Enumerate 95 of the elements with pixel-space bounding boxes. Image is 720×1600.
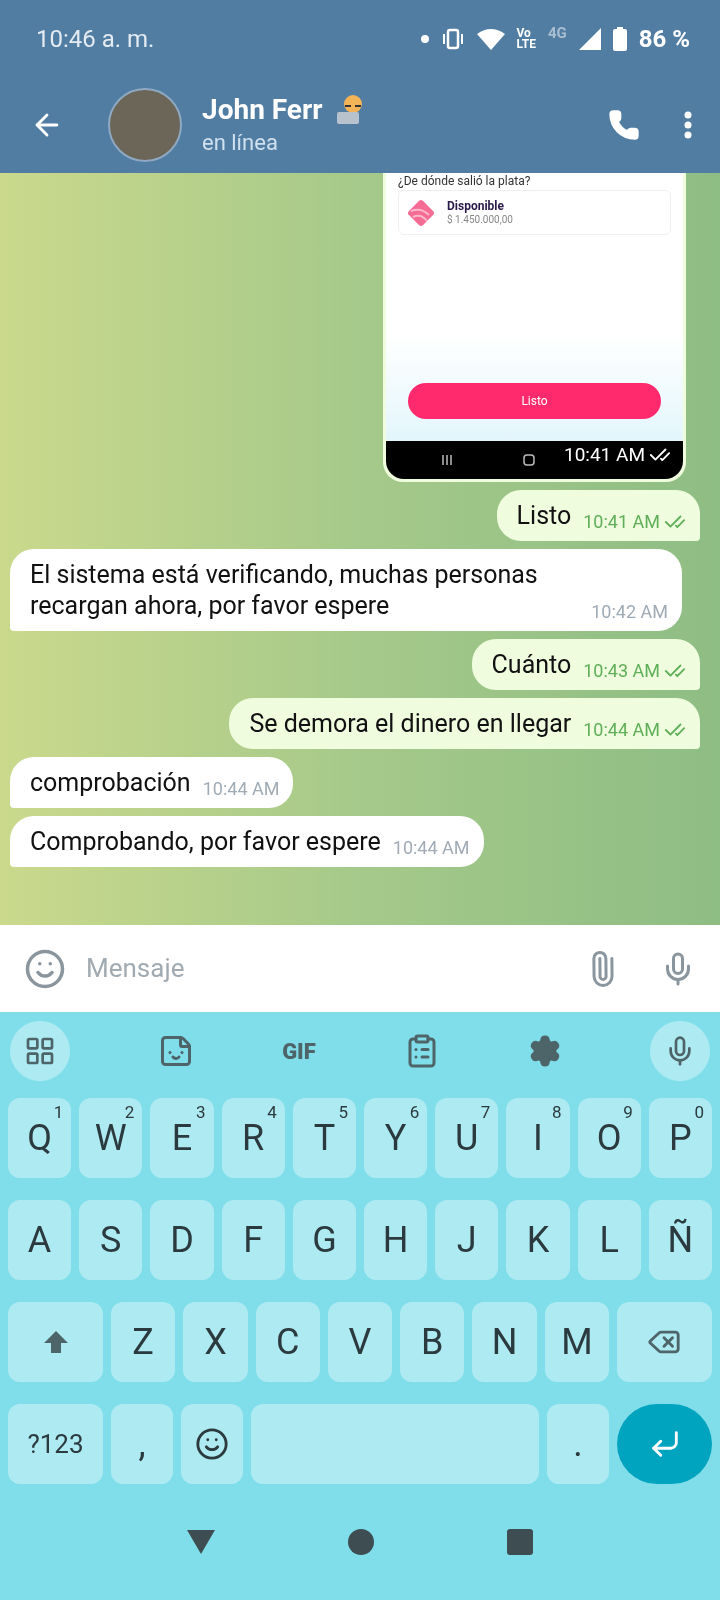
message-text: Listo bbox=[516, 500, 572, 531]
voice-input-button[interactable] bbox=[650, 1021, 710, 1081]
wifi-icon bbox=[476, 27, 505, 50]
message-time: 10:41 AM bbox=[583, 510, 660, 534]
keyboard-key[interactable]: X bbox=[183, 1302, 248, 1382]
key-hint: 7 bbox=[480, 1101, 491, 1124]
keyboard-key[interactable]: , bbox=[111, 1404, 173, 1484]
keyboard-key[interactable]: F bbox=[221, 1200, 285, 1280]
status-time: 10:46 a. m. bbox=[36, 23, 155, 55]
keyboard-key[interactable]: M bbox=[544, 1302, 609, 1382]
volte-label: LTE bbox=[516, 38, 536, 50]
keyboard-key[interactable]: Y 6 bbox=[364, 1098, 428, 1178]
keyboard-key[interactable]: Q 1 bbox=[8, 1098, 72, 1178]
message-text: Se demora el dinero en llegar bbox=[249, 708, 572, 739]
keyboard-key[interactable]: C bbox=[255, 1302, 320, 1382]
screenshot-question: ¿De dónde salió la plata? bbox=[398, 173, 532, 188]
emoji-icon[interactable] bbox=[24, 947, 66, 990]
keyboard-key[interactable]: R 4 bbox=[221, 1098, 285, 1178]
incoming-message-bubble[interactable]: Comprobando, por favor espere 10:44 AM bbox=[10, 816, 484, 867]
keyboard-key[interactable]: Z bbox=[111, 1302, 176, 1382]
keyboard-key[interactable]: Ñ bbox=[648, 1200, 712, 1280]
back-triangle-icon[interactable] bbox=[186, 1530, 215, 1554]
keyboard-key[interactable]: V bbox=[327, 1302, 393, 1382]
emoji-key[interactable] bbox=[181, 1404, 243, 1484]
network-label: 4G bbox=[547, 23, 567, 45]
more-button[interactable] bbox=[684, 111, 692, 139]
message-time: 10:42 AM bbox=[591, 600, 668, 624]
keyboard-key[interactable]: U 7 bbox=[435, 1098, 499, 1178]
keyboard-key[interactable]: T 5 bbox=[292, 1098, 356, 1178]
key-hint: 4 bbox=[267, 1101, 277, 1124]
message-text: comprobación bbox=[30, 767, 191, 798]
key-hint: 2 bbox=[124, 1101, 135, 1124]
key-hint: 5 bbox=[338, 1101, 348, 1124]
message-input[interactable]: Mensaje bbox=[86, 949, 564, 988]
message-text: Comprobando, por favor espere bbox=[30, 826, 381, 857]
keyboard-key[interactable]: A bbox=[8, 1200, 72, 1280]
keyboard-key[interactable]: W 2 bbox=[79, 1098, 143, 1178]
message-time: 10:41 AM bbox=[564, 442, 645, 468]
keyboard-key[interactable]: K bbox=[506, 1200, 570, 1280]
key-hint: 1 bbox=[53, 1101, 64, 1124]
grid-icon bbox=[24, 1035, 56, 1067]
battery-percent: 86 % bbox=[638, 23, 690, 55]
key-hint: 8 bbox=[552, 1101, 562, 1124]
vibrate-icon bbox=[440, 27, 465, 50]
outgoing-message-bubble[interactable]: Listo 10:41 AM bbox=[496, 490, 700, 541]
key-hint: 3 bbox=[196, 1101, 206, 1124]
key-hint: 6 bbox=[409, 1101, 420, 1124]
screenshot-item-title: Disponible bbox=[447, 198, 505, 213]
smiley-icon bbox=[195, 1427, 229, 1461]
outgoing-message-bubble[interactable]: Cuánto 10:43 AM bbox=[471, 639, 700, 690]
keyboard-key[interactable]: E 3 bbox=[150, 1098, 214, 1178]
battery-icon bbox=[612, 26, 627, 51]
backspace-key[interactable] bbox=[617, 1302, 712, 1382]
recents-square-icon[interactable] bbox=[507, 1529, 534, 1555]
keyboard-key[interactable]: J bbox=[435, 1200, 499, 1280]
message-time: 10:43 AM bbox=[583, 659, 660, 683]
keyboard-key[interactable]: H bbox=[364, 1200, 428, 1280]
image-bubble[interactable]: ¿De dónde salió la plata? Disponible $ 1.450.000,00 Listo 10:41 AM bbox=[383, 173, 686, 482]
keyboard-key[interactable]: P 0 bbox=[648, 1098, 712, 1178]
keyboard-key[interactable]: D bbox=[150, 1200, 214, 1280]
key-hint: 9 bbox=[623, 1101, 633, 1124]
keyboard-key[interactable]: N bbox=[472, 1302, 537, 1382]
shift-key[interactable] bbox=[8, 1302, 103, 1382]
keyboard-key[interactable]: G bbox=[292, 1200, 356, 1280]
recents-icon bbox=[441, 454, 453, 466]
symbols-key[interactable]: ?123 bbox=[8, 1404, 103, 1484]
keyboard-key[interactable]: S bbox=[79, 1200, 143, 1280]
home-circle-icon[interactable] bbox=[348, 1529, 374, 1555]
message-text: El sistema está verificando, muchas personas recargan ahora, por favor espere bbox=[30, 559, 539, 621]
signal-icon bbox=[578, 27, 601, 50]
gif-button[interactable]: GIF bbox=[282, 1034, 316, 1068]
call-button[interactable] bbox=[608, 109, 640, 141]
phone-icon bbox=[608, 109, 640, 141]
keyboard-key[interactable]: . bbox=[547, 1404, 609, 1484]
message-time: 10:44 AM bbox=[202, 777, 280, 801]
screenshot-done-button: Listo bbox=[408, 383, 661, 419]
incoming-message-bubble[interactable]: El sistema está verificando, muchas personas recargan ahora, por favor espere 10:42 AM bbox=[10, 549, 682, 631]
apps-button[interactable] bbox=[10, 1021, 70, 1081]
keyboard-key[interactable]: B bbox=[400, 1302, 465, 1382]
key-hint: 0 bbox=[694, 1101, 704, 1124]
incoming-message-bubble[interactable]: comprobación 10:44 AM bbox=[10, 757, 294, 808]
volte-label: Vo bbox=[516, 27, 531, 39]
message-time: 10:44 AM bbox=[392, 836, 470, 860]
message-time: 10:44 AM bbox=[583, 718, 660, 742]
more-icon bbox=[684, 111, 692, 139]
contact-name: John Ferr bbox=[202, 95, 323, 125]
home-icon bbox=[523, 454, 535, 466]
keyboard-key[interactable]: O 9 bbox=[577, 1098, 641, 1178]
outgoing-message-bubble[interactable]: Se demora el dinero en llegar 10:44 AM bbox=[229, 698, 700, 749]
keyboard-key[interactable]: I 8 bbox=[506, 1098, 570, 1178]
keyboard-key[interactable]: L bbox=[577, 1200, 641, 1280]
screenshot-item-amount: $ 1.450.000,00 bbox=[447, 213, 513, 227]
message-text: Cuánto bbox=[491, 649, 572, 680]
notification-dot-icon bbox=[420, 34, 429, 43]
contact-status: en línea bbox=[202, 129, 279, 157]
